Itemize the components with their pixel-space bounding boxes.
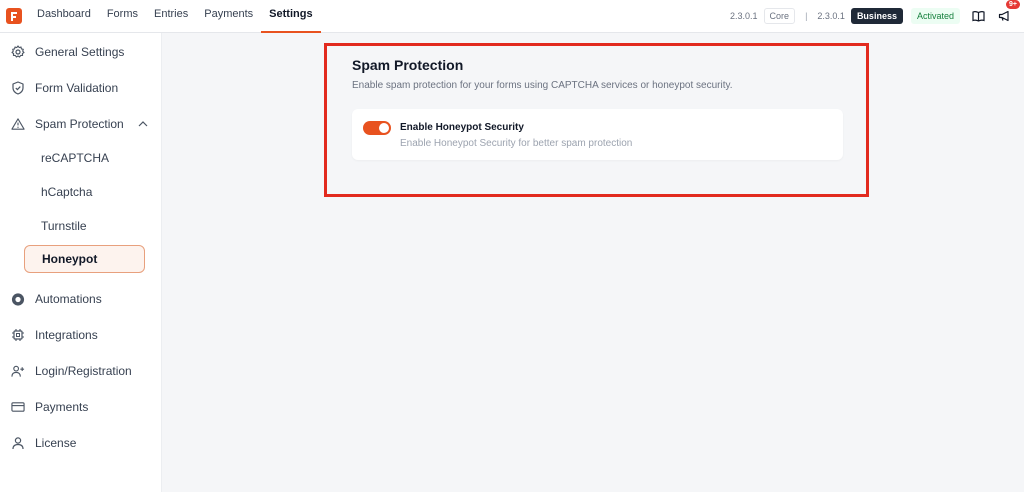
user-plus-icon [11, 364, 25, 378]
automation-icon [11, 292, 25, 306]
shield-icon [11, 81, 25, 95]
main-nav: Dashboard Forms Entries Payments Setting… [35, 0, 321, 33]
sidebar-subitem-recaptcha[interactable]: reCAPTCHA [24, 144, 145, 172]
sidebar-item-label: Automations [35, 292, 102, 306]
credit-card-icon [11, 400, 25, 414]
sidebar-item-form-validation[interactable]: Form Validation [0, 75, 162, 101]
gear-icon [11, 45, 25, 59]
honeypot-toggle[interactable] [363, 121, 391, 135]
honeypot-setting-card: Enable Honeypot Security Enable Honeypot… [352, 109, 843, 160]
sidebar-item-general-settings[interactable]: General Settings [0, 39, 162, 65]
sidebar-item-license[interactable]: License [0, 430, 162, 456]
nav-forms[interactable]: Forms [99, 0, 146, 33]
nav-payments[interactable]: Payments [196, 0, 261, 33]
sidebar-item-label: Payments [35, 400, 89, 414]
sidebar-subitem-turnstile[interactable]: Turnstile [24, 212, 145, 240]
business-version: 2.3.0.1 [817, 11, 845, 21]
chevron-up-icon[interactable] [138, 121, 148, 127]
user-icon [11, 436, 25, 450]
sidebar-item-payments[interactable]: Payments [0, 394, 162, 420]
sidebar-item-label: Form Validation [35, 81, 119, 95]
fluent-logo-icon[interactable] [6, 8, 22, 24]
sidebar-item-automations[interactable]: Automations [0, 286, 162, 312]
header-right: 2.3.0.1 Core | 2.3.0.1 Business Activate… [730, 0, 1024, 24]
sidebar-item-label: Spam Protection [35, 117, 124, 131]
activated-badge: Activated [910, 8, 960, 24]
sidebar-subitem-hcaptcha[interactable]: hCaptcha [24, 178, 145, 206]
top-bar: Dashboard Forms Entries Payments Setting… [0, 0, 1024, 33]
notification-count-badge: 9+ [1006, 0, 1020, 9]
setting-help-text: Enable Honeypot Security for better spam… [400, 138, 633, 149]
chip-icon [11, 328, 25, 342]
sidebar-subitem-honeypot[interactable]: Honeypot [24, 245, 145, 273]
docs-book-icon[interactable] [970, 8, 986, 24]
sidebar-item-integrations[interactable]: Integrations [0, 322, 162, 348]
core-badge: Core [763, 8, 796, 24]
page-title: Spam Protection [352, 57, 464, 73]
sidebar-item-label: Login/Registration [35, 364, 132, 378]
sidebar-item-label: License [35, 436, 77, 450]
sidebar-item-label: General Settings [35, 45, 125, 59]
setting-label: Enable Honeypot Security [400, 122, 524, 133]
business-badge: Business [850, 8, 903, 24]
core-version: 2.3.0.1 [730, 11, 758, 21]
sidebar-item-login-registration[interactable]: Login/Registration [0, 358, 162, 384]
header-separator: | [805, 11, 808, 21]
page-description: Enable spam protection for your forms us… [352, 80, 733, 91]
toggle-knob [379, 123, 389, 133]
nav-dashboard[interactable]: Dashboard [35, 0, 99, 33]
nav-entries[interactable]: Entries [146, 0, 196, 33]
nav-settings[interactable]: Settings [261, 0, 321, 33]
megaphone-icon[interactable]: 9+ [996, 0, 1020, 24]
warning-icon [11, 117, 25, 131]
sidebar-item-spam-protection[interactable]: Spam Protection [0, 111, 162, 137]
settings-sidebar: General Settings Form Validation Spam Pr… [0, 33, 162, 492]
sidebar-item-label: Integrations [35, 328, 98, 342]
